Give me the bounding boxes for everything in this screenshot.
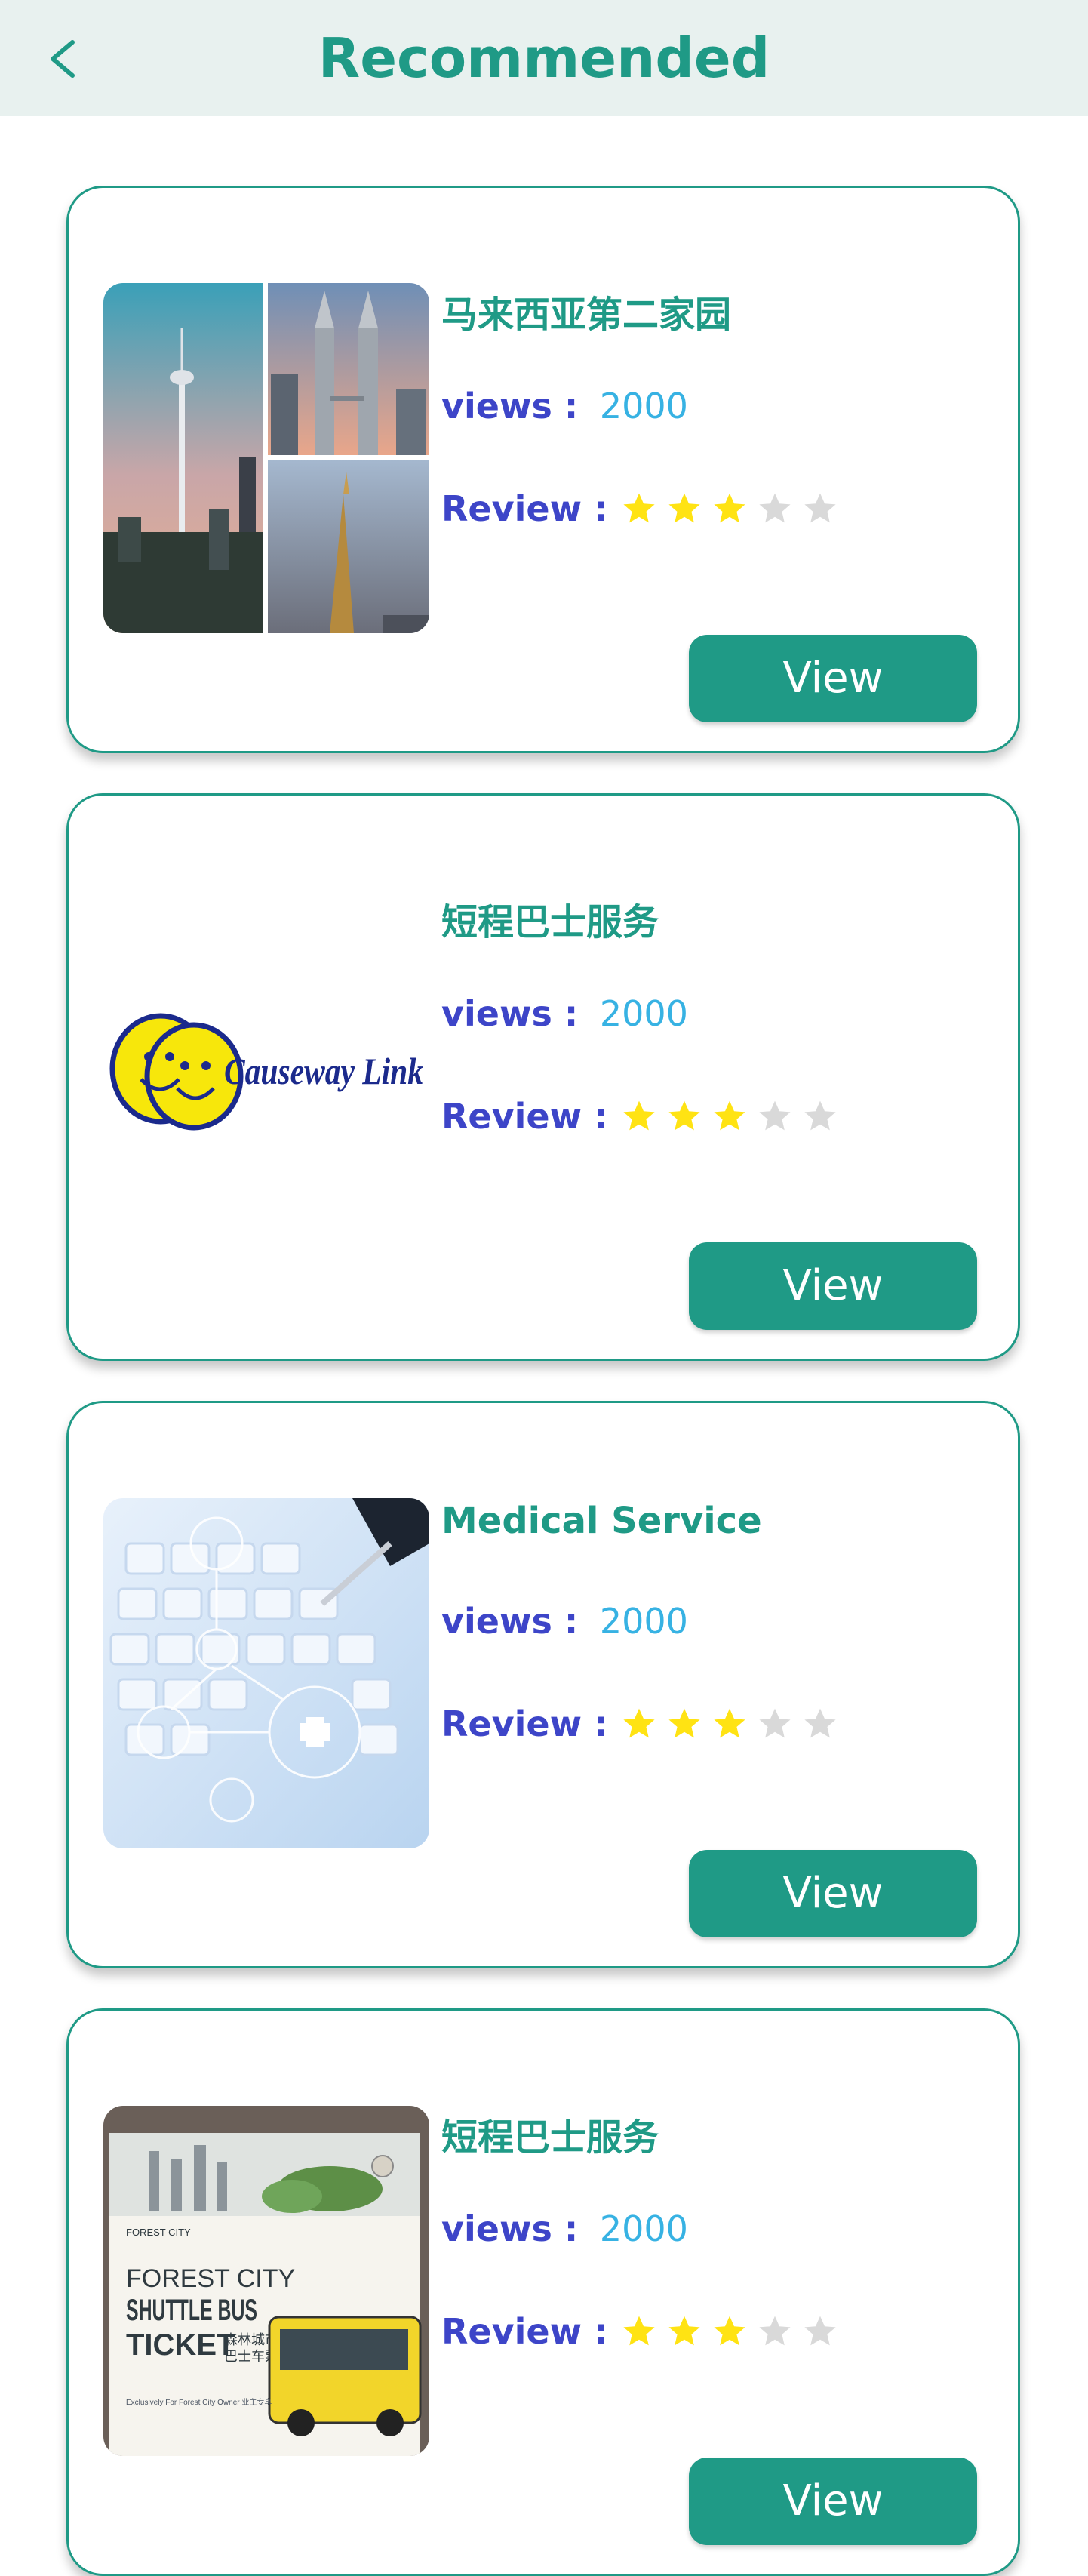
- views-count: 2000: [599, 386, 688, 426]
- review-row: Review :: [441, 488, 847, 529]
- recommendation-card: 马来西亚第二家园 views : 2000 Review : View: [66, 186, 1020, 753]
- views-count: 2000: [599, 2208, 688, 2249]
- star-empty-icon: [804, 1708, 837, 1738]
- star-filled-icon: [714, 1100, 746, 1131]
- causeway-link-logo: Causeway Link: [103, 891, 429, 1241]
- page-title: Recommended: [318, 26, 770, 90]
- views-label: views :: [441, 993, 579, 1034]
- star-empty-icon: [759, 1100, 791, 1131]
- review-label: Review :: [441, 1703, 608, 1744]
- review-label: Review :: [441, 1096, 608, 1137]
- views-row: views : 2000: [441, 993, 688, 1034]
- views-label: views :: [441, 1601, 579, 1642]
- star-filled-icon: [668, 1708, 701, 1738]
- views-row: views : 2000: [441, 2208, 688, 2249]
- app-header: Recommended: [0, 0, 1088, 116]
- ticket-line2: SHUTTLE BUS: [126, 2294, 257, 2327]
- star-filled-icon: [623, 493, 656, 523]
- ticket-footer: Exclusively For Forest City Owner 业主专享: [126, 2397, 272, 2407]
- kuala-lumpur-skyline-image: [103, 283, 429, 633]
- star-filled-icon: [623, 2316, 656, 2346]
- card-title: Medical Service: [441, 1500, 762, 1542]
- star-filled-icon: [668, 493, 701, 523]
- star-rating: [621, 491, 847, 527]
- shuttle-bus-ticket-image: FOREST CITY FOREST CITY SHUTTLE BUS TICK…: [103, 2106, 429, 2456]
- star-filled-icon: [623, 1100, 656, 1131]
- recommendation-card: Causeway Link 短程巴士服务 views : 2000 Review…: [66, 793, 1020, 1361]
- recommendation-card: FOREST CITY FOREST CITY SHUTTLE BUS TICK…: [66, 2008, 1020, 2576]
- views-row: views : 2000: [441, 386, 688, 426]
- star-rating: [621, 1098, 847, 1134]
- card-title: 马来西亚第二家园: [441, 294, 732, 336]
- views-label: views :: [441, 386, 579, 426]
- star-filled-icon: [668, 1100, 701, 1131]
- star-empty-icon: [759, 493, 791, 523]
- ticket-brand: FOREST CITY: [126, 2227, 191, 2238]
- medical-service-image: [103, 1498, 429, 1848]
- review-row: Review :: [441, 1703, 847, 1744]
- star-filled-icon: [623, 1708, 656, 1738]
- logo-text: Causeway Link: [224, 1050, 423, 1092]
- views-count: 2000: [599, 993, 688, 1034]
- star-rating: [621, 1706, 847, 1742]
- star-filled-icon: [714, 2316, 746, 2346]
- star-empty-icon: [804, 1100, 837, 1131]
- review-row: Review :: [441, 2311, 847, 2352]
- card-title: 短程巴士服务: [441, 901, 659, 943]
- star-filled-icon: [668, 2316, 701, 2346]
- star-empty-icon: [759, 2316, 791, 2346]
- review-label: Review :: [441, 2311, 608, 2352]
- review-row: Review :: [441, 1096, 847, 1137]
- recommendation-card: Medical Service views : 2000 Review : Vi…: [66, 1401, 1020, 1968]
- view-button[interactable]: View: [689, 2458, 977, 2545]
- ticket-line3: TICKET: [126, 2328, 235, 2362]
- star-rating: [621, 2313, 847, 2350]
- star-empty-icon: [804, 2316, 837, 2346]
- star-empty-icon: [759, 1708, 791, 1738]
- star-filled-icon: [714, 1708, 746, 1738]
- views-row: views : 2000: [441, 1601, 688, 1642]
- view-button[interactable]: View: [689, 635, 977, 722]
- star-filled-icon: [714, 493, 746, 523]
- ticket-line1: FOREST CITY: [126, 2264, 295, 2293]
- card-title: 短程巴士服务: [441, 2116, 659, 2159]
- view-button[interactable]: View: [689, 1850, 977, 1937]
- views-count: 2000: [599, 1601, 688, 1642]
- review-label: Review :: [441, 488, 608, 529]
- views-label: views :: [441, 2208, 579, 2249]
- view-button[interactable]: View: [689, 1242, 977, 1330]
- star-empty-icon: [804, 493, 837, 523]
